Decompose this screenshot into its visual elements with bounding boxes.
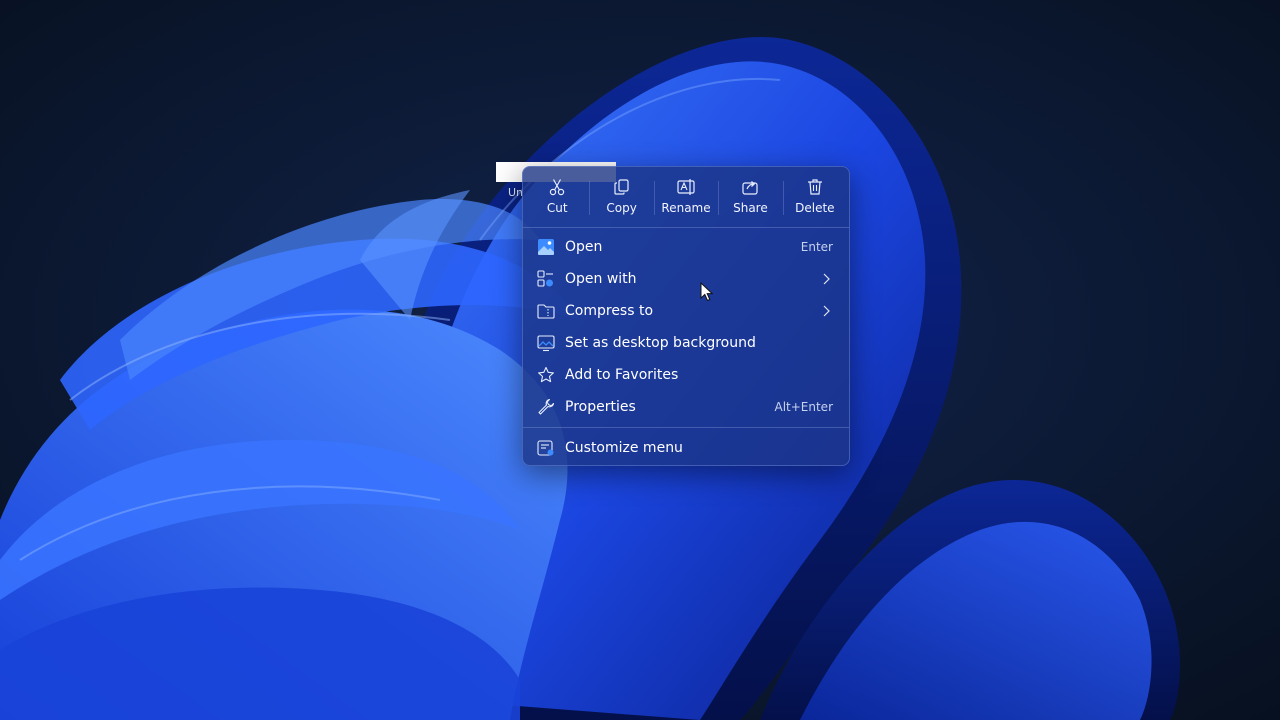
chevron-right-icon — [823, 273, 830, 285]
share-label: Share — [733, 201, 768, 215]
open-with-label: Open with — [565, 271, 637, 287]
properties-shortcut: Alt+Enter — [774, 400, 833, 414]
scissors-icon — [550, 179, 565, 196]
share-icon — [742, 181, 759, 195]
star-icon — [538, 366, 554, 383]
menu-item-open-with[interactable]: Open with — [527, 264, 845, 294]
properties-label: Properties — [565, 399, 636, 415]
image-file-icon — [538, 239, 554, 255]
compress-to-label: Compress to — [565, 303, 654, 319]
cut-button[interactable]: Cut — [525, 167, 589, 225]
delete-label: Delete — [795, 201, 835, 215]
copy-button[interactable]: Copy — [589, 167, 653, 225]
menu-separator — [523, 427, 849, 428]
menu-item-open[interactable]: Open Enter — [527, 232, 845, 262]
quick-actions-bar: Cut Copy Rename Share Delete — [523, 167, 849, 225]
wallpaper-icon — [537, 335, 555, 352]
share-button[interactable]: Share — [718, 167, 782, 225]
chevron-right-icon — [823, 305, 830, 317]
open-with-icon — [537, 270, 553, 287]
copy-label: Copy — [606, 201, 637, 215]
menu-item-add-to-favorites[interactable]: Add to Favorites — [527, 360, 845, 390]
menu-item-set-desktop-background[interactable]: Set as desktop background — [527, 328, 845, 358]
context-menu: Cut Copy Rename Share Delete Open Enter … — [522, 166, 850, 466]
open-label: Open — [565, 239, 603, 255]
menu-item-customize-menu[interactable]: Customize menu — [527, 433, 845, 463]
delete-button[interactable]: Delete — [782, 167, 847, 225]
open-shortcut: Enter — [800, 240, 833, 254]
add-to-favorites-label: Add to Favorites — [565, 367, 679, 383]
rename-icon — [677, 179, 695, 195]
cut-label: Cut — [546, 201, 568, 215]
wrench-icon — [538, 398, 555, 415]
menu-separator — [523, 227, 849, 228]
rename-button[interactable]: Rename — [653, 167, 718, 225]
rename-label: Rename — [661, 201, 711, 215]
copy-icon — [614, 179, 629, 195]
menu-item-properties[interactable]: Properties Alt+Enter — [527, 392, 845, 422]
menu-item-compress-to[interactable]: Compress to — [527, 296, 845, 326]
customize-menu-icon — [537, 440, 554, 456]
trash-icon — [807, 179, 822, 195]
set-desktop-background-label: Set as desktop background — [565, 335, 756, 351]
customize-menu-label: Customize menu — [565, 440, 683, 456]
zip-folder-icon — [537, 304, 555, 319]
mouse-pointer-icon — [700, 282, 714, 302]
